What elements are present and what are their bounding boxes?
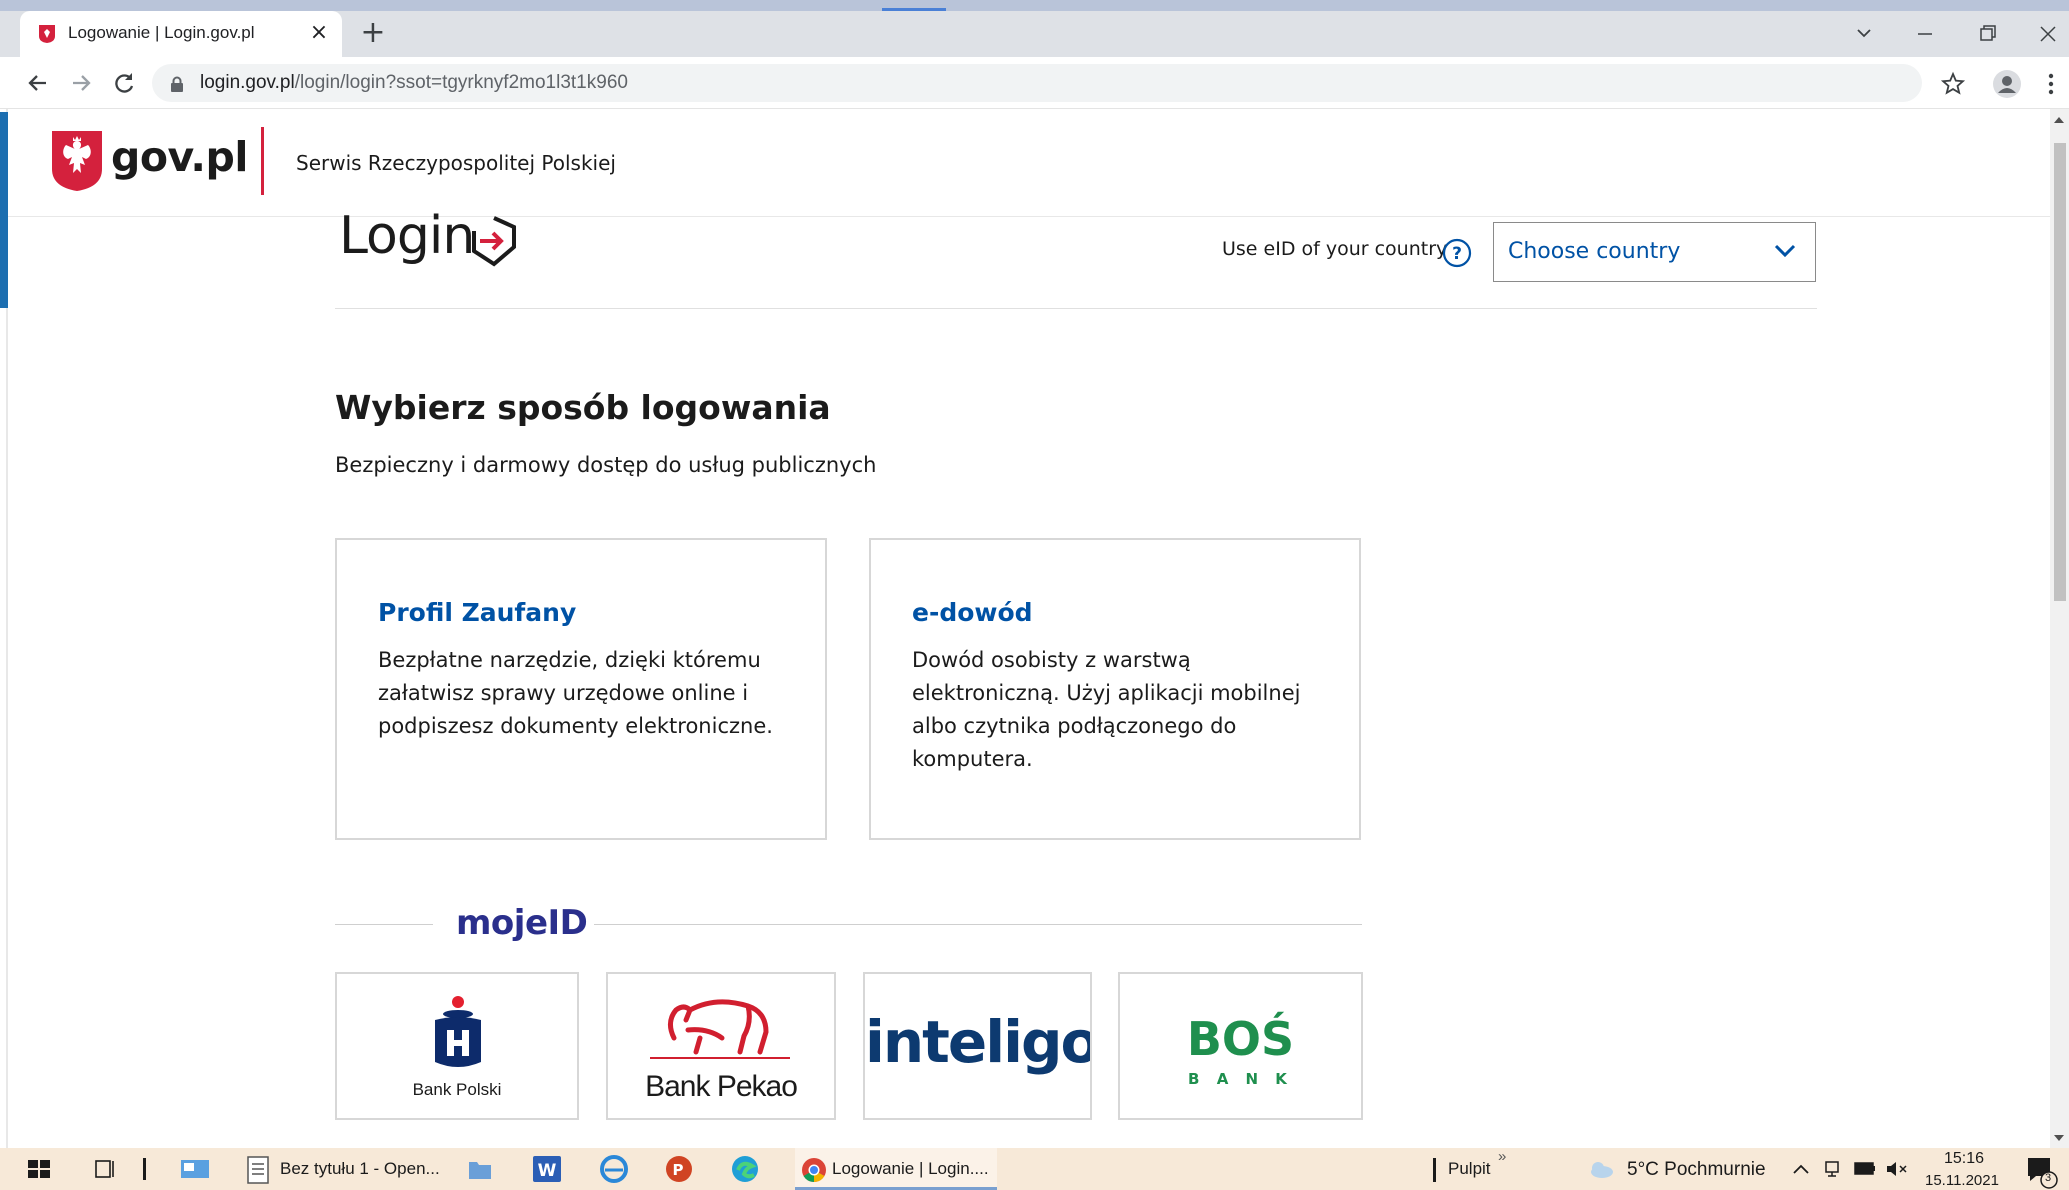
bank-label: inteligo <box>865 1008 1092 1076</box>
header-divider <box>261 127 264 195</box>
weather-cloud-icon[interactable] <box>1586 1148 1616 1190</box>
tab-bar: Logowanie | Login.gov.pl × + <box>0 11 2069 57</box>
weather-text[interactable]: 5°C Pochmurnie <box>1627 1159 1766 1181</box>
clock-date[interactable]: 15.11.2021 <box>1925 1172 1999 1189</box>
gov-header: gov.pl Serwis Rzeczypospolitej Polskiej <box>8 109 2050 217</box>
clock-time[interactable]: 15:16 <box>1944 1150 1984 1168</box>
bookmark-star-icon[interactable] <box>1938 69 1968 99</box>
gov-favicon-icon <box>39 25 55 43</box>
left-accent-bar <box>0 112 8 308</box>
card-description: Dowód osobisty z warstwą elektroniczną. … <box>912 648 1301 771</box>
notification-count: 3 <box>2045 1172 2052 1184</box>
new-tab-button[interactable]: + <box>358 18 388 49</box>
page-title: Login <box>339 206 475 266</box>
bank-bos-button[interactable]: BOŚ B A N K <box>1118 972 1363 1120</box>
bank-pekao-button[interactable]: Bank Pekao <box>606 972 836 1120</box>
taskbar-app-title: Logowanie | Login.... <box>832 1159 989 1178</box>
file-explorer-icon[interactable] <box>465 1148 495 1190</box>
taskbar-app-title[interactable]: Bez tytułu 1 - Open... <box>280 1159 440 1179</box>
service-name: Serwis Rzeczypospolitej Polskiej <box>296 151 616 175</box>
section-subheading: Bezpieczny i darmowy dostęp do usług pub… <box>335 453 877 477</box>
eid-label: Use eID of your country <box>1222 238 1448 260</box>
card-title[interactable]: e-dowód <box>912 598 1033 627</box>
bank-label: Bank Pekao <box>645 1070 798 1103</box>
gov-logo-text[interactable]: gov.pl <box>111 133 248 181</box>
tray-expand-icon[interactable] <box>1790 1148 1812 1190</box>
section-heading: Wybierz sposób logowania <box>335 388 831 427</box>
pko-logo-icon <box>435 996 481 1067</box>
bank-pko-button[interactable]: Bank Polski <box>335 972 579 1120</box>
help-question-icon[interactable]: ? <box>1442 238 1472 268</box>
card-profil-zaufany[interactable]: Profil Zaufany Bezpłatne narzędzie, dzię… <box>335 538 827 840</box>
taskbar-separator <box>143 1158 146 1180</box>
scroll-thumb[interactable] <box>2054 143 2066 601</box>
browser-toolbar: login.gov.pl/login/login?ssot=tgyrknyf2m… <box>0 57 2069 109</box>
mojeid-divider-right <box>594 924 1362 925</box>
tab-title: Logowanie | Login.gov.pl <box>68 23 255 42</box>
bank-label-sub: B A N K <box>1188 1070 1293 1088</box>
country-select[interactable]: Choose country <box>1493 222 1816 282</box>
card-title[interactable]: Profil Zaufany <box>378 598 576 627</box>
pekao-bison-icon <box>650 999 790 1059</box>
tab-login[interactable]: Logowanie | Login.gov.pl × <box>20 11 342 57</box>
polish-eagle-emblem-icon[interactable] <box>50 129 104 193</box>
document-app-icon[interactable] <box>244 1148 274 1190</box>
taskbar-active-item[interactable]: Logowanie | Login.... <box>795 1148 997 1190</box>
edge-icon[interactable] <box>728 1148 762 1190</box>
svg-text:P: P <box>673 1161 684 1179</box>
desktop-toolbar-label[interactable]: Pulpit <box>1448 1159 1491 1179</box>
network-icon[interactable] <box>1822 1148 1846 1190</box>
tab-search-icon[interactable] <box>1844 17 1884 51</box>
toolbar-expand-icon[interactable]: » <box>1498 1148 1506 1165</box>
svg-text:?: ? <box>1452 244 1462 264</box>
taskbar-separator <box>1433 1158 1436 1182</box>
chevron-down-icon <box>1774 244 1796 258</box>
chrome-icon <box>802 1158 826 1182</box>
url-text: login.gov.pl/login/login?ssot=tgyrknyf2m… <box>200 72 628 94</box>
restore-icon[interactable] <box>1967 17 2007 51</box>
login-shield-icon <box>472 216 516 267</box>
address-bar[interactable]: login.gov.pl/login/login?ssot=tgyrknyf2m… <box>152 64 1922 102</box>
back-arrow-icon[interactable] <box>22 67 54 99</box>
divider <box>335 308 1817 309</box>
internet-explorer-icon[interactable] <box>597 1148 631 1190</box>
svg-text:W: W <box>538 1161 557 1181</box>
country-select-value: Choose country <box>1508 239 1681 264</box>
notification-center-icon[interactable]: 3 <box>2024 1148 2058 1190</box>
bank-label: Bank Polski <box>412 1080 502 1099</box>
forward-arrow-icon[interactable] <box>65 67 97 99</box>
volume-muted-icon[interactable] <box>1884 1148 1910 1190</box>
reload-icon[interactable] <box>108 67 140 99</box>
task-view-icon[interactable] <box>90 1148 120 1190</box>
scroll-up-icon[interactable] <box>2054 117 2064 123</box>
control-panel-icon[interactable] <box>178 1148 212 1190</box>
battery-icon[interactable] <box>1852 1148 1878 1190</box>
card-e-dowod[interactable]: e-dowód Dowód osobisty z warstwą elektro… <box>869 538 1361 840</box>
window-top-strip <box>0 0 2069 11</box>
page-scrollbar[interactable] <box>2050 109 2069 1149</box>
profile-avatar-icon[interactable] <box>1992 69 2022 99</box>
scroll-down-icon[interactable] <box>2054 1135 2064 1141</box>
url-path: /login/login?ssot=tgyrknyf2mo1l3t1k960 <box>294 72 628 93</box>
bank-label-main: BOŚ <box>1186 1012 1295 1066</box>
tab-close-icon[interactable]: × <box>306 20 332 46</box>
lock-icon <box>171 76 183 92</box>
menu-dots-icon[interactable] <box>2036 69 2066 99</box>
url-host: login.gov.pl <box>200 72 295 93</box>
bank-inteligo-button[interactable]: inteligo <box>863 972 1092 1120</box>
windows-start-icon[interactable] <box>24 1148 54 1190</box>
windows-taskbar: Bez tytułu 1 - Open... W P Logowanie | L… <box>0 1148 2069 1190</box>
card-description: Bezpłatne narzędzie, dzięki któremu zała… <box>378 648 773 738</box>
mojeid-logo: mojeID <box>456 903 588 943</box>
minimize-icon[interactable] <box>1905 17 1945 51</box>
close-window-icon[interactable] <box>2028 17 2068 51</box>
powerpoint-icon[interactable]: P <box>662 1148 696 1190</box>
word-icon[interactable]: W <box>530 1148 564 1190</box>
mojeid-divider-left <box>335 924 433 925</box>
